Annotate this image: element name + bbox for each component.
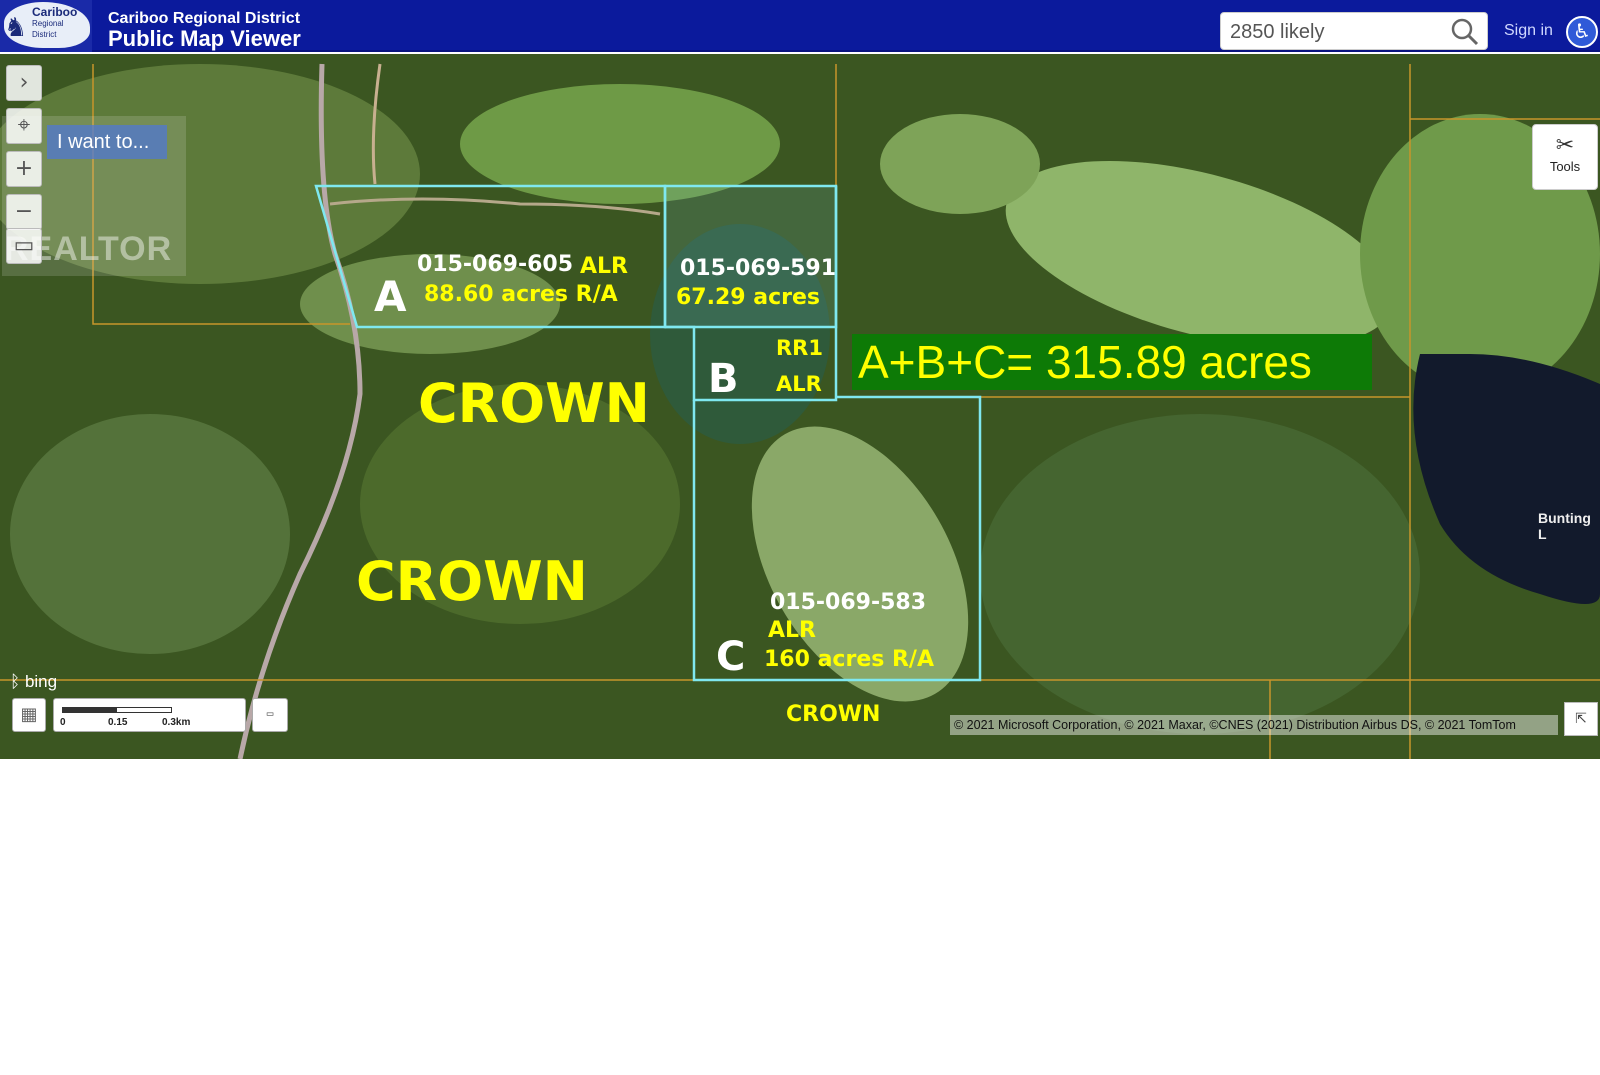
crown-label: CROWN	[356, 550, 588, 613]
parcel-c-pid: 015-069-583	[770, 590, 927, 615]
plus-icon: +	[14, 156, 34, 181]
zoom-out-button[interactable]: −	[6, 194, 42, 230]
parcel-c-zone: ALR	[768, 618, 816, 643]
cariboo-logo[interactable]: ♞ Cariboo Regional District	[0, 0, 92, 52]
app-title: Cariboo Regional District Public Map Vie…	[108, 9, 301, 50]
parcel-b-zone-alr: ALR	[776, 372, 822, 396]
scale-tick-0: 0	[60, 717, 66, 728]
parcel-a-pid: 015-069-605	[417, 252, 574, 277]
parcel-b-letter: B	[708, 356, 739, 402]
parcel-a-zone: ALR	[580, 254, 628, 279]
parcel-a-area: 88.60 acres R/A	[424, 282, 618, 307]
tools-label: Tools	[1549, 159, 1581, 174]
deer-icon: ♞	[4, 12, 28, 42]
search-icon[interactable]	[1451, 18, 1479, 46]
map-grid-icon: ▦	[20, 704, 38, 725]
logo-text: Cariboo Regional District	[32, 5, 78, 39]
scale-tick-2: 0.3km	[162, 717, 191, 728]
parcel-b-area: 67.29 acres	[676, 285, 820, 310]
bing-logo: ᛒ bing	[10, 672, 58, 691]
chevron-right-icon: ›	[19, 70, 29, 95]
crosshair-icon: ⌖	[17, 113, 31, 138]
tools-button[interactable]: ✂ Tools	[1532, 124, 1598, 190]
parcel-a-letter: A	[374, 272, 407, 321]
scale-tick-1: 0.15	[108, 717, 128, 728]
parcel-c-letter: C	[716, 634, 746, 680]
tools-icon: ✂	[1555, 133, 1575, 158]
i-want-to-menu[interactable]: I want to...	[47, 125, 167, 159]
crown-label: CROWN	[786, 702, 881, 727]
app-header: ♞ Cariboo Regional District Cariboo Regi…	[0, 0, 1600, 52]
parcel-b-zone-rr1: RR1	[776, 336, 823, 360]
parcel-c-area: 160 acres R/A	[764, 647, 934, 672]
lake-label: Bunting L	[1538, 510, 1591, 542]
arrow-corner-icon: ⇱	[1575, 711, 1587, 727]
expand-panel-button[interactable]: ›	[6, 65, 42, 101]
scale-options-button[interactable]: ▭	[252, 698, 288, 732]
app-title-line2: Public Map Viewer	[108, 26, 301, 51]
search-input[interactable]	[1230, 19, 1450, 45]
parcel-b-pid: 015-069-591	[680, 256, 837, 281]
scale-bar: 0 0.15 0.3km	[53, 698, 246, 732]
total-acreage-box: A+B+C= 315.89 acres	[852, 334, 1372, 390]
sign-in-link[interactable]: Sign in	[1504, 22, 1553, 40]
collapse-corner-button[interactable]: ⇱	[1564, 702, 1598, 736]
basemap-toggle-button[interactable]: ▦	[12, 698, 46, 732]
map-view[interactable]: REALTOR › I want to... ⌖ + − ▭ ✂ Tools A…	[0, 54, 1600, 759]
zoom-in-button[interactable]: +	[6, 151, 42, 187]
ruler-icon: ▭	[266, 709, 274, 721]
locate-button[interactable]: ⌖	[6, 108, 42, 144]
crown-label: CROWN	[418, 372, 650, 435]
bookmarks-button[interactable]: ▭	[6, 228, 42, 264]
map-copyright: © 2021 Microsoft Corporation, © 2021 Max…	[950, 715, 1558, 735]
bing-icon: ᛒ	[10, 672, 21, 691]
minus-icon: −	[14, 199, 34, 224]
book-icon: ▭	[13, 233, 35, 258]
accessibility-icon[interactable]: ♿	[1566, 16, 1598, 48]
search-box	[1220, 12, 1488, 50]
